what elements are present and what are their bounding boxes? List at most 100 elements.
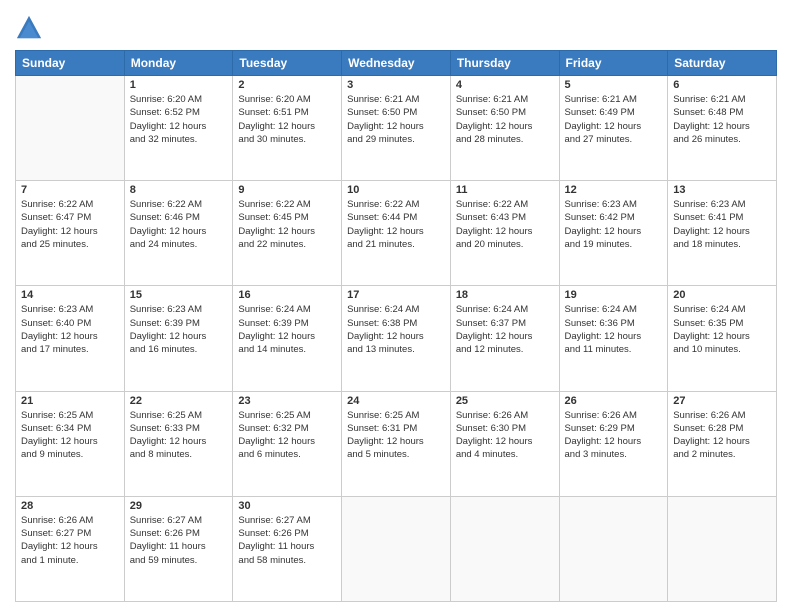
calendar-cell: 13Sunrise: 6:23 AM Sunset: 6:41 PM Dayli…: [668, 181, 777, 286]
calendar-cell: 3Sunrise: 6:21 AM Sunset: 6:50 PM Daylig…: [342, 76, 451, 181]
calendar-cell: 28 Sunrise: 6:26 AM Sunset: 6:27 PM Dayli…: [16, 496, 125, 601]
day-number: 8: [130, 184, 228, 196]
day-info: Sunrise: 6:27 AM Sunset: 6:26 PM Dayligh…: [130, 514, 228, 567]
calendar-cell: 23 Sunrise: 6:25 AM Sunset: 6:32 PM Dayli…: [233, 391, 342, 496]
day-info: Sunrise: 6:22 AM Sunset: 6:45 PM Dayligh…: [238, 198, 336, 251]
calendar-week-3: 21Sunrise: 6:25 AM Sunset: 6:34 PM Dayli…: [16, 391, 777, 496]
calendar-cell: [342, 496, 451, 601]
calendar-cell: 16 Sunrise: 6:24 AM Sunset: 6:39 PM Dayli…: [233, 286, 342, 391]
day-info: Sunrise: 6:22 AM Sunset: 6:44 PM Dayligh…: [347, 198, 445, 251]
calendar-header: SundayMondayTuesdayWednesdayThursdayFrid…: [16, 51, 777, 76]
day-info: Sunrise: 6:24 AM Sunset: 6:35 PM Dayligh…: [673, 303, 771, 356]
calendar-cell: 8 Sunrise: 6:22 AM Sunset: 6:46 PM Daylig…: [124, 181, 233, 286]
day-info: Sunrise: 6:26 AM Sunset: 6:30 PM Dayligh…: [456, 409, 554, 462]
calendar-cell: 14 Sunrise: 6:23 AM Sunset: 6:40 PM Dayli…: [16, 286, 125, 391]
calendar-cell: 12 Sunrise: 6:23 AM Sunset: 6:42 PM Dayli…: [559, 181, 668, 286]
calendar-cell: 5 Sunrise: 6:21 AM Sunset: 6:49 PM Daylig…: [559, 76, 668, 181]
calendar-cell: 22Sunrise: 6:25 AM Sunset: 6:33 PM Dayli…: [124, 391, 233, 496]
calendar-cell: 6 Sunrise: 6:21 AM Sunset: 6:48 PM Daylig…: [668, 76, 777, 181]
calendar-cell: 10 Sunrise: 6:22 AM Sunset: 6:44 PM Dayli…: [342, 181, 451, 286]
day-number: 29: [130, 500, 228, 512]
day-number: 20: [673, 289, 771, 301]
day-number: 16: [238, 289, 336, 301]
page: SundayMondayTuesdayWednesdayThursdayFrid…: [0, 0, 792, 612]
weekday-header-wednesday: Wednesday: [342, 51, 451, 76]
header: [15, 10, 777, 42]
calendar-cell: 27Sunrise: 6:26 AM Sunset: 6:28 PM Dayli…: [668, 391, 777, 496]
calendar-week-2: 14 Sunrise: 6:23 AM Sunset: 6:40 PM Dayli…: [16, 286, 777, 391]
weekday-header-sunday: Sunday: [16, 51, 125, 76]
day-number: 7: [21, 184, 119, 196]
calendar-body: 1 Sunrise: 6:20 AM Sunset: 6:52 PM Daylig…: [16, 76, 777, 602]
calendar-cell: 15 Sunrise: 6:23 AM Sunset: 6:39 PM Dayli…: [124, 286, 233, 391]
day-info: Sunrise: 6:24 AM Sunset: 6:39 PM Dayligh…: [238, 303, 336, 356]
day-info: Sunrise: 6:23 AM Sunset: 6:42 PM Dayligh…: [565, 198, 663, 251]
day-info: Sunrise: 6:25 AM Sunset: 6:33 PM Dayligh…: [130, 409, 228, 462]
day-info: Sunrise: 6:22 AM Sunset: 6:46 PM Dayligh…: [130, 198, 228, 251]
day-info: Sunrise: 6:23 AM Sunset: 6:40 PM Dayligh…: [21, 303, 119, 356]
day-info: Sunrise: 6:21 AM Sunset: 6:50 PM Dayligh…: [456, 93, 554, 146]
day-number: 2: [238, 79, 336, 91]
day-number: 15: [130, 289, 228, 301]
day-info: Sunrise: 6:26 AM Sunset: 6:28 PM Dayligh…: [673, 409, 771, 462]
calendar-cell: 24Sunrise: 6:25 AM Sunset: 6:31 PM Dayli…: [342, 391, 451, 496]
day-info: Sunrise: 6:27 AM Sunset: 6:26 PM Dayligh…: [238, 514, 336, 567]
calendar-cell: 21Sunrise: 6:25 AM Sunset: 6:34 PM Dayli…: [16, 391, 125, 496]
day-number: 4: [456, 79, 554, 91]
calendar-cell: 19Sunrise: 6:24 AM Sunset: 6:36 PM Dayli…: [559, 286, 668, 391]
weekday-header-row: SundayMondayTuesdayWednesdayThursdayFrid…: [16, 51, 777, 76]
day-info: Sunrise: 6:23 AM Sunset: 6:41 PM Dayligh…: [673, 198, 771, 251]
day-number: 1: [130, 79, 228, 91]
calendar-cell: 11Sunrise: 6:22 AM Sunset: 6:43 PM Dayli…: [450, 181, 559, 286]
day-info: Sunrise: 6:26 AM Sunset: 6:27 PM Dayligh…: [21, 514, 119, 567]
calendar-cell: 25Sunrise: 6:26 AM Sunset: 6:30 PM Dayli…: [450, 391, 559, 496]
weekday-header-thursday: Thursday: [450, 51, 559, 76]
weekday-header-saturday: Saturday: [668, 51, 777, 76]
day-info: Sunrise: 6:24 AM Sunset: 6:38 PM Dayligh…: [347, 303, 445, 356]
day-info: Sunrise: 6:23 AM Sunset: 6:39 PM Dayligh…: [130, 303, 228, 356]
day-info: Sunrise: 6:26 AM Sunset: 6:29 PM Dayligh…: [565, 409, 663, 462]
day-number: 6: [673, 79, 771, 91]
day-number: 10: [347, 184, 445, 196]
calendar-week-1: 7 Sunrise: 6:22 AM Sunset: 6:47 PM Daylig…: [16, 181, 777, 286]
calendar-cell: 17Sunrise: 6:24 AM Sunset: 6:38 PM Dayli…: [342, 286, 451, 391]
calendar-week-4: 28 Sunrise: 6:26 AM Sunset: 6:27 PM Dayli…: [16, 496, 777, 601]
day-info: Sunrise: 6:25 AM Sunset: 6:32 PM Dayligh…: [238, 409, 336, 462]
calendar-cell: 4 Sunrise: 6:21 AM Sunset: 6:50 PM Daylig…: [450, 76, 559, 181]
day-info: Sunrise: 6:21 AM Sunset: 6:48 PM Dayligh…: [673, 93, 771, 146]
day-number: 30: [238, 500, 336, 512]
weekday-header-friday: Friday: [559, 51, 668, 76]
day-info: Sunrise: 6:20 AM Sunset: 6:52 PM Dayligh…: [130, 93, 228, 146]
day-number: 21: [21, 395, 119, 407]
logo: [15, 14, 45, 42]
day-info: Sunrise: 6:20 AM Sunset: 6:51 PM Dayligh…: [238, 93, 336, 146]
calendar-cell: 29 Sunrise: 6:27 AM Sunset: 6:26 PM Dayli…: [124, 496, 233, 601]
weekday-header-monday: Monday: [124, 51, 233, 76]
day-number: 14: [21, 289, 119, 301]
day-number: 5: [565, 79, 663, 91]
day-number: 18: [456, 289, 554, 301]
weekday-header-tuesday: Tuesday: [233, 51, 342, 76]
day-number: 9: [238, 184, 336, 196]
day-number: 23: [238, 395, 336, 407]
day-number: 28: [21, 500, 119, 512]
calendar-cell: [16, 76, 125, 181]
day-info: Sunrise: 6:22 AM Sunset: 6:47 PM Dayligh…: [21, 198, 119, 251]
logo-icon: [15, 14, 43, 42]
calendar-cell: 2 Sunrise: 6:20 AM Sunset: 6:51 PM Daylig…: [233, 76, 342, 181]
calendar-table: SundayMondayTuesdayWednesdayThursdayFrid…: [15, 50, 777, 602]
day-number: 26: [565, 395, 663, 407]
calendar-cell: [450, 496, 559, 601]
day-info: Sunrise: 6:24 AM Sunset: 6:37 PM Dayligh…: [456, 303, 554, 356]
calendar-cell: 26 Sunrise: 6:26 AM Sunset: 6:29 PM Dayli…: [559, 391, 668, 496]
day-number: 12: [565, 184, 663, 196]
calendar-cell: 20 Sunrise: 6:24 AM Sunset: 6:35 PM Dayli…: [668, 286, 777, 391]
calendar-week-0: 1 Sunrise: 6:20 AM Sunset: 6:52 PM Daylig…: [16, 76, 777, 181]
day-info: Sunrise: 6:24 AM Sunset: 6:36 PM Dayligh…: [565, 303, 663, 356]
day-info: Sunrise: 6:25 AM Sunset: 6:31 PM Dayligh…: [347, 409, 445, 462]
day-info: Sunrise: 6:21 AM Sunset: 6:49 PM Dayligh…: [565, 93, 663, 146]
calendar-cell: 9 Sunrise: 6:22 AM Sunset: 6:45 PM Daylig…: [233, 181, 342, 286]
day-number: 3: [347, 79, 445, 91]
calendar-cell: 1 Sunrise: 6:20 AM Sunset: 6:52 PM Daylig…: [124, 76, 233, 181]
day-number: 11: [456, 184, 554, 196]
